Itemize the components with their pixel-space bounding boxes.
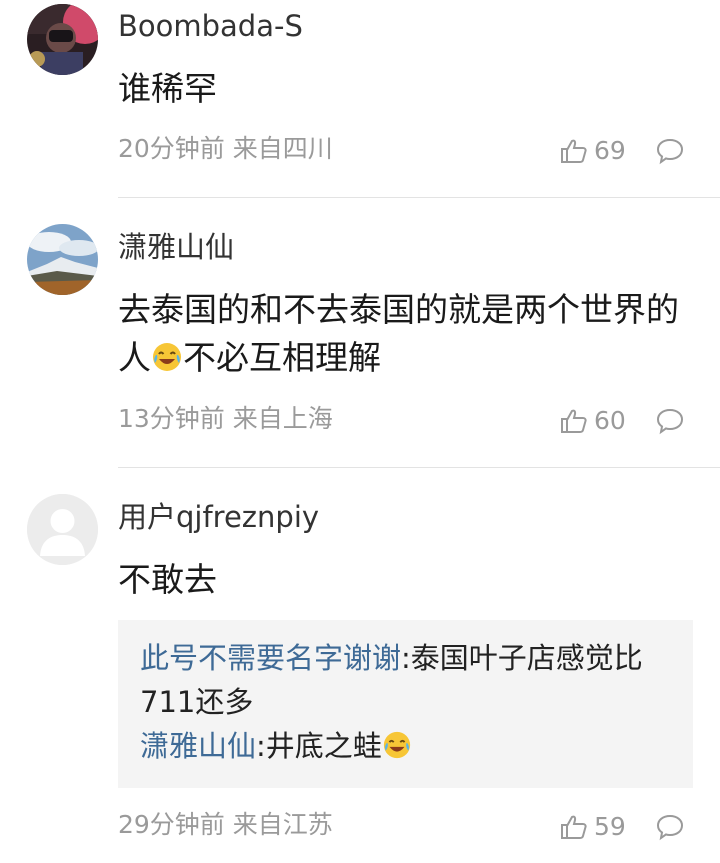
like-button[interactable]: 59 <box>560 811 626 843</box>
reply-button[interactable] <box>655 813 685 845</box>
speech-bubble-icon <box>656 814 684 841</box>
location: 来自四川 <box>232 134 333 163</box>
laughing-tears-emoji <box>382 728 412 772</box>
reply-button[interactable] <box>655 407 685 439</box>
reply-item: 潇雅山仙:井底之蛙 <box>140 724 671 772</box>
username[interactable]: Boombada-S <box>118 8 303 44</box>
speech-bubble-icon <box>656 138 684 165</box>
username[interactable]: 用户qjfreznpiy <box>118 499 319 535</box>
comment-meta: 13分钟前 来自上海 <box>118 403 333 435</box>
like-count: 60 <box>594 406 626 435</box>
divider <box>118 197 720 198</box>
thumbs-up-icon <box>561 139 587 163</box>
reply-text: 井底之蛙 <box>265 729 382 763</box>
thumbs-up-icon <box>561 409 587 433</box>
avatar[interactable] <box>27 224 98 295</box>
timestamp: 29分钟前 <box>118 810 225 839</box>
thumbs-up-icon <box>561 815 587 839</box>
comment-text: 不敢去 <box>118 560 217 599</box>
location: 来自上海 <box>232 404 333 433</box>
like-count: 59 <box>594 812 626 841</box>
reply-item: 此号不需要名字谢谢:泰国叶子店感觉比711还多 <box>140 641 643 719</box>
reply-button[interactable] <box>655 137 685 169</box>
reply-author[interactable]: 此号不需要名字谢谢 <box>140 641 401 675</box>
laughing-tears-emoji <box>151 338 183 386</box>
reply-author[interactable]: 潇雅山仙 <box>140 729 256 763</box>
like-count: 69 <box>594 136 626 165</box>
avatar[interactable] <box>27 494 98 565</box>
comment-text: 谁稀罕 <box>118 69 217 108</box>
username[interactable]: 潇雅山仙 <box>118 229 234 265</box>
speech-bubble-icon <box>656 408 684 435</box>
comment-meta: 29分钟前 来自江苏 <box>118 809 333 841</box>
avatar[interactable] <box>27 4 98 75</box>
timestamp: 13分钟前 <box>118 404 225 433</box>
like-button[interactable]: 60 <box>560 405 626 437</box>
like-button[interactable]: 69 <box>560 135 626 167</box>
location: 来自江苏 <box>232 810 333 839</box>
default-avatar-icon <box>27 494 98 565</box>
divider <box>118 467 720 468</box>
timestamp: 20分钟前 <box>118 134 225 163</box>
comment-text: 去泰国的和不去泰国的就是两个世界的人 不必互相理解 <box>118 286 708 386</box>
reply-thread[interactable]: 此号不需要名字谢谢:泰国叶子店感觉比711还多 潇雅山仙:井底之蛙 <box>118 620 693 788</box>
comment-meta: 20分钟前 来自四川 <box>118 133 333 165</box>
